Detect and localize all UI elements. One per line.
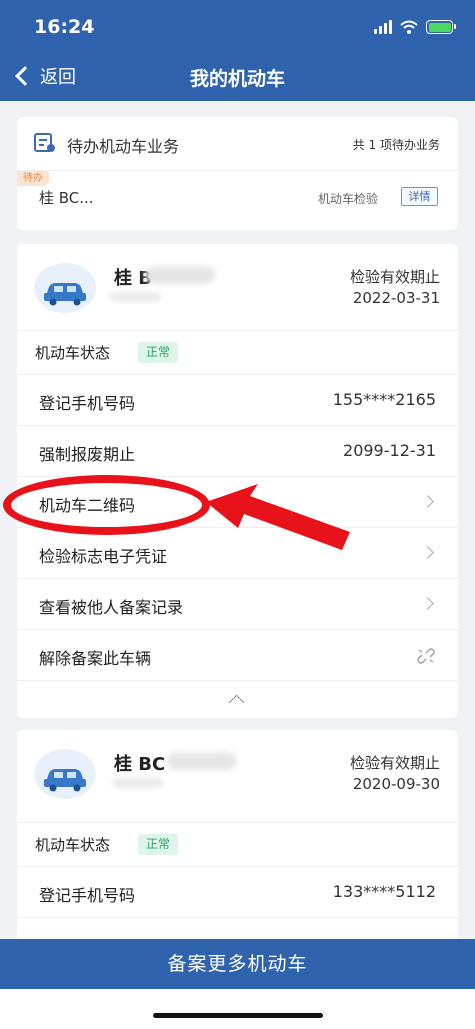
battery-icon: [426, 20, 456, 34]
task-list-icon: [34, 133, 55, 152]
vehicle-status-row: 机动车状态 正常: [17, 822, 458, 866]
detail-button[interactable]: 详情: [401, 187, 438, 206]
vehicle-card: 桂 BC 检验有效期止 2020-09-30 机动车状态 正常 登记手机号码 1…: [17, 730, 458, 960]
car-icon: [34, 749, 96, 799]
scrap-date-value: 2099-12-31: [343, 441, 436, 460]
collapse-toggle[interactable]: [17, 680, 458, 720]
todo-card: 待办机动车业务 共 1 项待办业务 待办 桂 BC... 机动车检验 详情: [17, 117, 458, 230]
inspection-certificate-label: 检验标志电子凭证: [39, 547, 168, 566]
chevron-right-icon: [421, 597, 434, 610]
vehicle-plate: 桂 BC: [114, 754, 166, 775]
expiry-label: 检验有效期止: [349, 268, 440, 286]
unbind-vehicle-row[interactable]: 解除备案此车辆: [17, 629, 458, 680]
chevron-up-icon: [228, 694, 245, 711]
home-indicator: [153, 1013, 323, 1018]
status-badge: 正常: [138, 834, 179, 855]
plate-redaction: [145, 266, 215, 284]
chevron-right-icon: [421, 495, 434, 508]
todo-header: 待办机动车业务 共 1 项待办业务: [17, 117, 458, 171]
todo-business: 机动车检验: [317, 192, 378, 206]
chevron-right-icon: [421, 546, 434, 559]
status-bar: 16:24: [0, 0, 475, 52]
phone-label: 登记手机号码: [39, 394, 136, 413]
expiry-date: 2020-09-30: [352, 775, 440, 793]
vehicle-header[interactable]: 桂 BC 检验有效期止 2020-09-30: [17, 730, 458, 816]
filing-records-row[interactable]: 查看被他人备案记录: [17, 578, 458, 629]
subtext-redaction: [109, 292, 161, 302]
todo-count: 共 1 项待办业务: [352, 138, 440, 152]
todo-tag: 待办: [17, 171, 49, 186]
car-icon: [34, 263, 96, 313]
todo-title: 待办机动车业务: [67, 137, 180, 156]
filing-records-label: 查看被他人备案记录: [39, 598, 184, 617]
vehicle-header[interactable]: 桂 B 检验有效期止 2022-03-31: [17, 244, 458, 330]
add-more-vehicles-button[interactable]: 备案更多机动车: [0, 939, 475, 989]
annotation-arrow: [206, 484, 350, 550]
phone-value: 155****2165: [332, 390, 436, 409]
scrap-date-row: 强制报废期止 2099-12-31: [17, 425, 458, 476]
status-label: 机动车状态: [35, 344, 111, 362]
unbind-vehicle-label: 解除备案此车辆: [39, 649, 152, 668]
plate-redaction: [167, 752, 237, 770]
vehicle-status-row: 机动车状态 正常: [17, 330, 458, 374]
expiry-label: 检验有效期止: [349, 754, 440, 772]
wifi-icon: [400, 20, 418, 34]
phone-value: 133****5112: [332, 882, 436, 901]
status-icons: [374, 20, 456, 34]
annotation-circle: [3, 475, 210, 535]
scrap-date-label: 强制报废期止: [39, 445, 136, 464]
phone-row: 登记手机号码 155****2165: [17, 374, 458, 425]
app-header: 16:24 返回 我的机动车: [0, 0, 475, 101]
unlink-icon: [417, 648, 435, 664]
status-time: 16:24: [34, 16, 95, 38]
bottom-safe-area: [0, 989, 475, 1029]
phone-label: 登记手机号码: [39, 886, 136, 905]
status-badge: 正常: [138, 342, 179, 363]
phone-row: 登记手机号码 133****5112: [17, 866, 458, 917]
page-title: 我的机动车: [189, 68, 285, 90]
nav-bar: 返回 我的机动车: [0, 52, 475, 101]
subtext-redaction: [112, 778, 164, 788]
expiry-date: 2022-03-31: [352, 289, 440, 307]
signal-icon: [374, 20, 392, 34]
todo-plate: 桂 BC...: [39, 189, 94, 207]
status-label: 机动车状态: [35, 836, 111, 854]
